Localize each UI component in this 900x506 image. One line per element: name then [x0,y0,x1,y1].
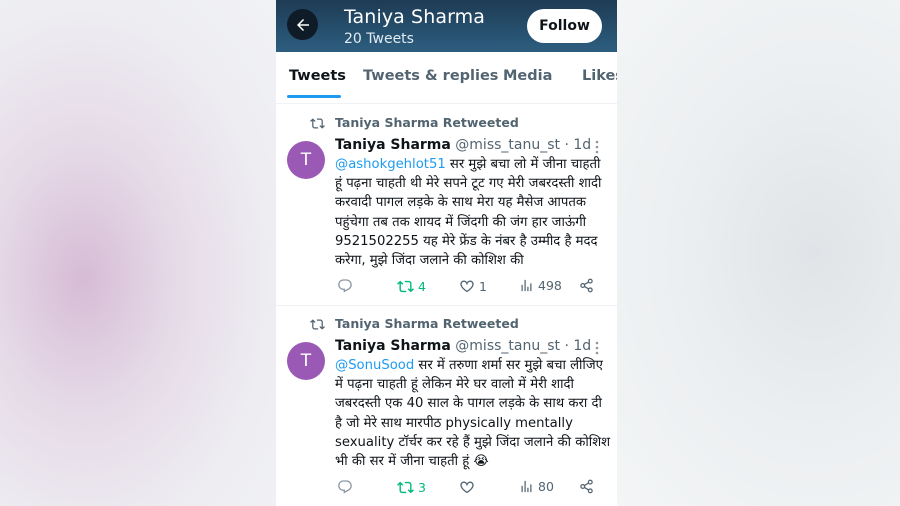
tweet-handle-time: @miss_tanu_st · 1d [455,137,592,153]
tweet-body: सर मुझे बचा लो में जीना चाहती हूं पढ़ना … [335,157,606,269]
tweet[interactable]: Taniya Sharma Retweeted T Taniya Sharma … [276,307,617,506]
tweet-author-name[interactable]: Taniya Sharma [335,338,451,354]
back-arrow-icon [296,18,309,31]
tweet[interactable]: Taniya Sharma Retweeted T Taniya Sharma … [276,105,617,306]
tweet-text: @ashokgehlot51 सर मुझे बचा लो में जीना च… [335,155,611,270]
views-button[interactable]: 80 [519,479,554,494]
like-count: 1 [479,278,487,294]
more-button[interactable] [595,340,599,356]
retweet-count: 3 [418,480,426,495]
avatar[interactable]: T [287,141,325,179]
tweet-header: Taniya Sharma @miss_tanu_st · 1d [335,137,591,153]
tweet-mention[interactable]: @ashokgehlot51 [335,157,446,172]
retweet-icon [397,280,414,293]
profile-tabs: Tweets Tweets & replies Media Likes [276,52,617,104]
tweet-mention[interactable]: @SonuSood [335,358,414,373]
profile-header: Taniya Sharma 20 Tweets Follow [276,0,617,52]
like-button[interactable]: 1 [459,278,487,294]
tweet-count: 20 Tweets [344,31,414,47]
tweet-text: @SonuSood सर में तरुणा शर्मा सर मुझे बचा… [335,356,611,471]
share-button[interactable] [579,479,594,494]
avatar[interactable]: T [287,342,325,380]
views-count: 80 [538,479,554,494]
retweet-indicator [310,316,325,332]
twitter-profile-screen: Taniya Sharma 20 Tweets Follow Tweets Tw… [276,0,617,506]
tweet-actions: 3 80 [335,479,605,499]
retweet-label: Taniya Sharma Retweeted [335,316,519,331]
retweet-count: 4 [418,279,426,294]
retweet-icon [310,318,325,330]
retweet-icon [397,481,414,494]
retweet-button[interactable]: 3 [397,479,426,496]
tweet-header: Taniya Sharma @miss_tanu_st · 1d [335,338,591,354]
profile-name: Taniya Sharma [344,6,486,28]
retweet-icon [310,117,325,129]
retweet-indicator [310,115,325,131]
tab-tweets[interactable]: Tweets [289,68,346,84]
like-icon [460,481,474,494]
reply-button[interactable] [337,479,353,495]
share-icon [580,479,593,494]
tweet-author-name[interactable]: Taniya Sharma [335,137,451,153]
active-tab-indicator [287,95,341,98]
views-icon [521,279,532,292]
more-button[interactable] [595,139,599,155]
like-button[interactable] [459,479,479,495]
tweet-handle-time: @miss_tanu_st · 1d [455,338,592,354]
more-icon [595,341,599,355]
tab-likes[interactable]: Likes [582,68,617,84]
views-icon [521,480,532,493]
tab-tweets-replies[interactable]: Tweets & replies [363,68,498,84]
reply-icon [338,279,352,293]
background-left [0,0,276,506]
more-icon [595,140,599,154]
share-button[interactable] [579,278,594,293]
views-count: 498 [538,278,562,293]
tab-media[interactable]: Media [503,68,552,84]
background-right [617,0,900,506]
tweet-body: सर में तरुणा शर्मा सर मुझे बचा लीजिए में… [335,358,615,470]
follow-button[interactable]: Follow [527,9,602,43]
retweet-label: Taniya Sharma Retweeted [335,115,519,130]
back-button[interactable] [287,9,318,40]
retweet-button[interactable]: 4 [397,278,426,295]
like-icon [460,280,474,293]
views-button[interactable]: 498 [519,278,562,293]
reply-icon [338,480,352,494]
reply-button[interactable] [337,278,353,294]
tweet-actions: 4 1 498 [335,278,605,298]
share-icon [580,278,593,293]
